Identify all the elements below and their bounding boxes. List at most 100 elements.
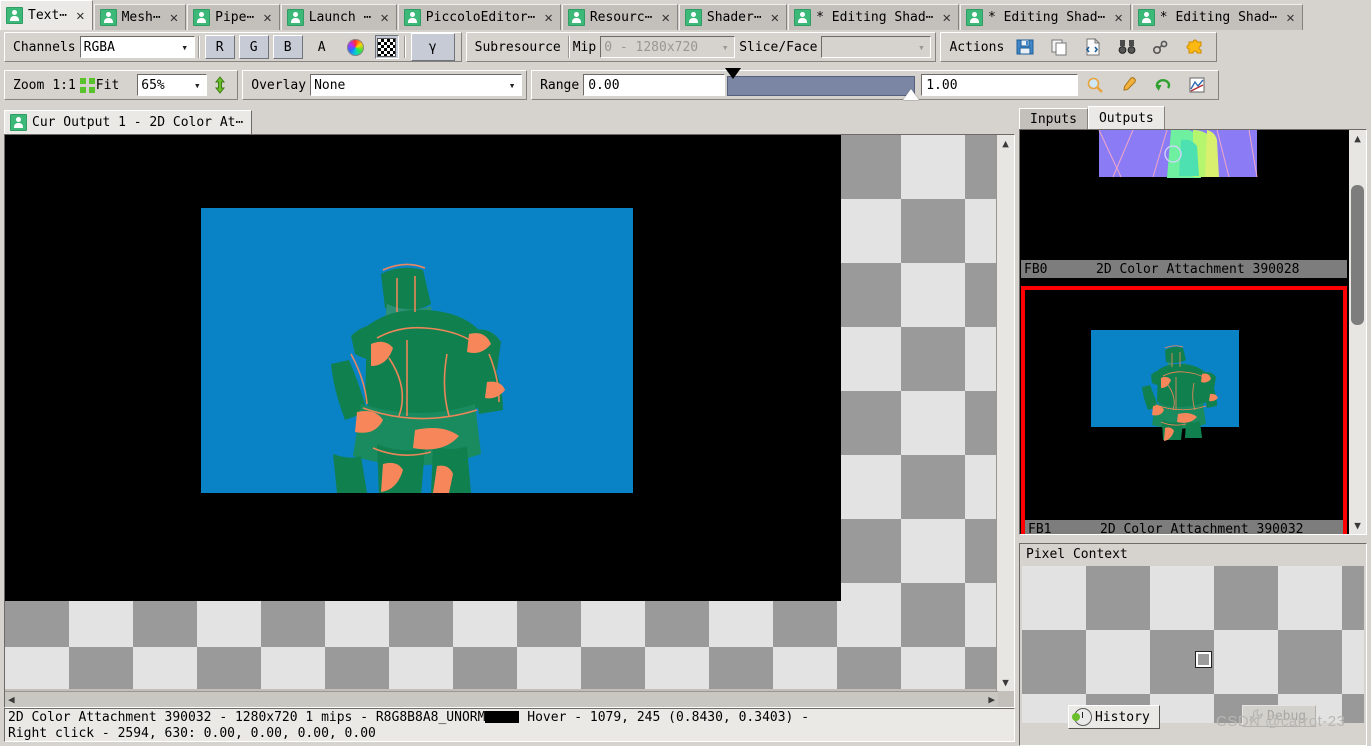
channel-g-label: G: [249, 39, 258, 55]
window-tab-7[interactable]: * Editing Shad⋯ ✕: [788, 4, 959, 30]
texture-icon: [10, 114, 27, 131]
link-button[interactable]: [1146, 35, 1176, 59]
window-tab-1[interactable]: Mesh⋯ ✕: [93, 4, 187, 30]
app-icon: [403, 9, 421, 26]
window-tab-0[interactable]: Text⋯ ✕: [0, 0, 93, 30]
range-max-value: 1.00: [926, 77, 958, 93]
color-wheel-button[interactable]: [341, 35, 371, 59]
one-to-one-button[interactable]: 1:1: [48, 78, 79, 93]
texture-canvas-area[interactable]: ▲ ▼ ◀ ▶: [4, 134, 1015, 708]
window-tab-4[interactable]: PiccoloEditor⋯ ✕: [397, 4, 561, 30]
open-in-viewer-button[interactable]: [1078, 35, 1108, 59]
channel-b-button[interactable]: B: [272, 35, 303, 59]
gamma-button[interactable]: γ: [410, 33, 455, 61]
slice-face-combo[interactable]: ▾: [821, 36, 932, 58]
range-slider[interactable]: [725, 68, 920, 100]
scroll-down-icon[interactable]: ▼: [997, 674, 1014, 691]
close-icon[interactable]: ✕: [540, 10, 552, 26]
range-slider-max-handle[interactable]: [903, 89, 920, 100]
up-down-arrow-icon: [215, 76, 226, 94]
io-tab-outputs[interactable]: Outputs: [1087, 106, 1165, 129]
channel-a-button[interactable]: A: [307, 35, 337, 59]
app-icon: [567, 9, 585, 26]
histogram-button[interactable]: [1182, 73, 1212, 97]
channel-g-button[interactable]: G: [238, 35, 269, 59]
pixel-context-selection: [1195, 651, 1212, 668]
window-tab-label: PiccoloEditor⋯: [425, 10, 536, 25]
watermark: CSDN @carrot-23: [1216, 713, 1346, 730]
window-tab-3[interactable]: Launch ⋯ ✕: [280, 4, 397, 30]
close-icon[interactable]: ✕: [166, 10, 178, 26]
mip-combo[interactable]: 0 - 1280x720 ▾: [600, 36, 736, 58]
io-tab-inputs[interactable]: Inputs: [1019, 108, 1088, 129]
channels-combo[interactable]: RGBA ▾: [79, 36, 195, 58]
thumbnail-scrollbar[interactable]: ▲ ▼: [1349, 130, 1366, 534]
window-tab-8[interactable]: * Editing Shad⋯ ✕: [959, 4, 1131, 30]
close-icon[interactable]: ✕: [657, 10, 669, 26]
link-icon: [1153, 40, 1168, 55]
app-icon: [193, 9, 211, 26]
app-icon: [684, 9, 702, 26]
range-slider-min-handle[interactable]: [725, 68, 742, 79]
scroll-right-icon[interactable]: ▶: [988, 693, 995, 706]
close-icon[interactable]: ✕: [72, 8, 84, 24]
pixel-context-grid[interactable]: [1022, 566, 1364, 723]
window-tab-label: Text⋯: [28, 8, 68, 23]
subresource-group: Subresource Mip 0 - 1280x720 ▾ Slice/Fac…: [465, 32, 937, 62]
fit-button[interactable]: Fit: [95, 78, 123, 93]
overlay-combo[interactable]: None ▾: [310, 74, 523, 96]
close-icon[interactable]: ✕: [376, 10, 388, 26]
window-tab-label: Shader⋯: [706, 10, 762, 25]
checkerboard-toggle-button[interactable]: [374, 35, 399, 59]
viewport-tab-cur-output[interactable]: Cur Output 1 - 2D Color At⋯: [4, 110, 253, 134]
scroll-up-icon[interactable]: ▲: [997, 135, 1014, 152]
subresource-label: Subresource: [474, 39, 561, 55]
window-tab-label: Pipe⋯: [215, 10, 255, 25]
range-group: Range 0.00 1.00: [531, 68, 1220, 100]
window-tab-6[interactable]: Shader⋯ ✕: [678, 4, 788, 30]
pick-range-button[interactable]: [1114, 73, 1144, 97]
range-min-input[interactable]: 0.00: [583, 74, 726, 96]
mip-value: 0 - 1280x720: [604, 39, 699, 55]
save-icon: [1016, 39, 1034, 55]
history-button[interactable]: History: [1068, 705, 1160, 729]
thumbnail-fb0[interactable]: FB0 2D Color Attachment 390028: [1021, 130, 1347, 278]
canvas-vertical-scrollbar[interactable]: ▲ ▼: [996, 135, 1014, 691]
viewport-tab-row: Cur Output 1 - 2D Color At⋯: [4, 106, 1015, 134]
range-slider-track: [727, 76, 916, 96]
renderdoc-window: Text⋯ ✕ Mesh⋯ ✕ Pipe⋯ ✕ Launch ⋯ ✕ PiccoloEditor…: [0, 0, 1371, 746]
zoom-combo[interactable]: 65% ▾: [137, 74, 208, 96]
checkerboard-icon: [377, 37, 397, 57]
close-icon[interactable]: ✕: [1110, 10, 1122, 26]
thumbs-scroll-up-icon[interactable]: ▲: [1349, 130, 1366, 147]
color-wheel-icon: [347, 38, 365, 56]
gamma-label: γ: [428, 39, 437, 55]
outputs-thumbnail-list[interactable]: FB0 2D Color Attachment 390028 FB1 2D Co…: [1019, 129, 1367, 535]
window-tab-9[interactable]: * Editing Shad⋯ ✕: [1131, 4, 1303, 30]
copy-button[interactable]: [1044, 35, 1074, 59]
channel-r-button[interactable]: R: [204, 35, 235, 59]
autofit-range-button[interactable]: [1080, 73, 1110, 97]
save-button[interactable]: [1010, 35, 1040, 59]
close-icon[interactable]: ✕: [767, 10, 779, 26]
scroll-left-icon[interactable]: ◀: [8, 693, 15, 706]
overlay-value: None: [314, 77, 346, 93]
flip-y-button[interactable]: [209, 73, 231, 97]
find-button[interactable]: [1112, 35, 1142, 59]
window-tab-5[interactable]: Resourc⋯ ✕: [561, 4, 678, 30]
thumbnail-scrollbar-thumb[interactable]: [1351, 185, 1364, 325]
close-icon[interactable]: ✕: [259, 10, 271, 26]
close-icon[interactable]: ✕: [1282, 10, 1294, 26]
range-max-input[interactable]: 1.00: [921, 74, 1079, 96]
thumbnail-fb1[interactable]: FB1 2D Color Attachment 390032: [1021, 286, 1347, 535]
thumbnail-fb1-name: FB1: [1028, 521, 1052, 535]
reset-range-button[interactable]: [1148, 73, 1178, 97]
channel-r-label: R: [215, 39, 224, 55]
close-icon[interactable]: ✕: [939, 10, 951, 26]
magnifier-icon: [1087, 77, 1104, 93]
canvas-horizontal-scrollbar[interactable]: ◀ ▶: [5, 691, 998, 707]
plugin-button[interactable]: [1180, 35, 1210, 59]
thumbnail-fb0-title: 2D Color Attachment 390028: [1096, 261, 1300, 277]
window-tab-2[interactable]: Pipe⋯ ✕: [187, 4, 280, 30]
thumbs-scroll-down-icon[interactable]: ▼: [1349, 517, 1366, 534]
